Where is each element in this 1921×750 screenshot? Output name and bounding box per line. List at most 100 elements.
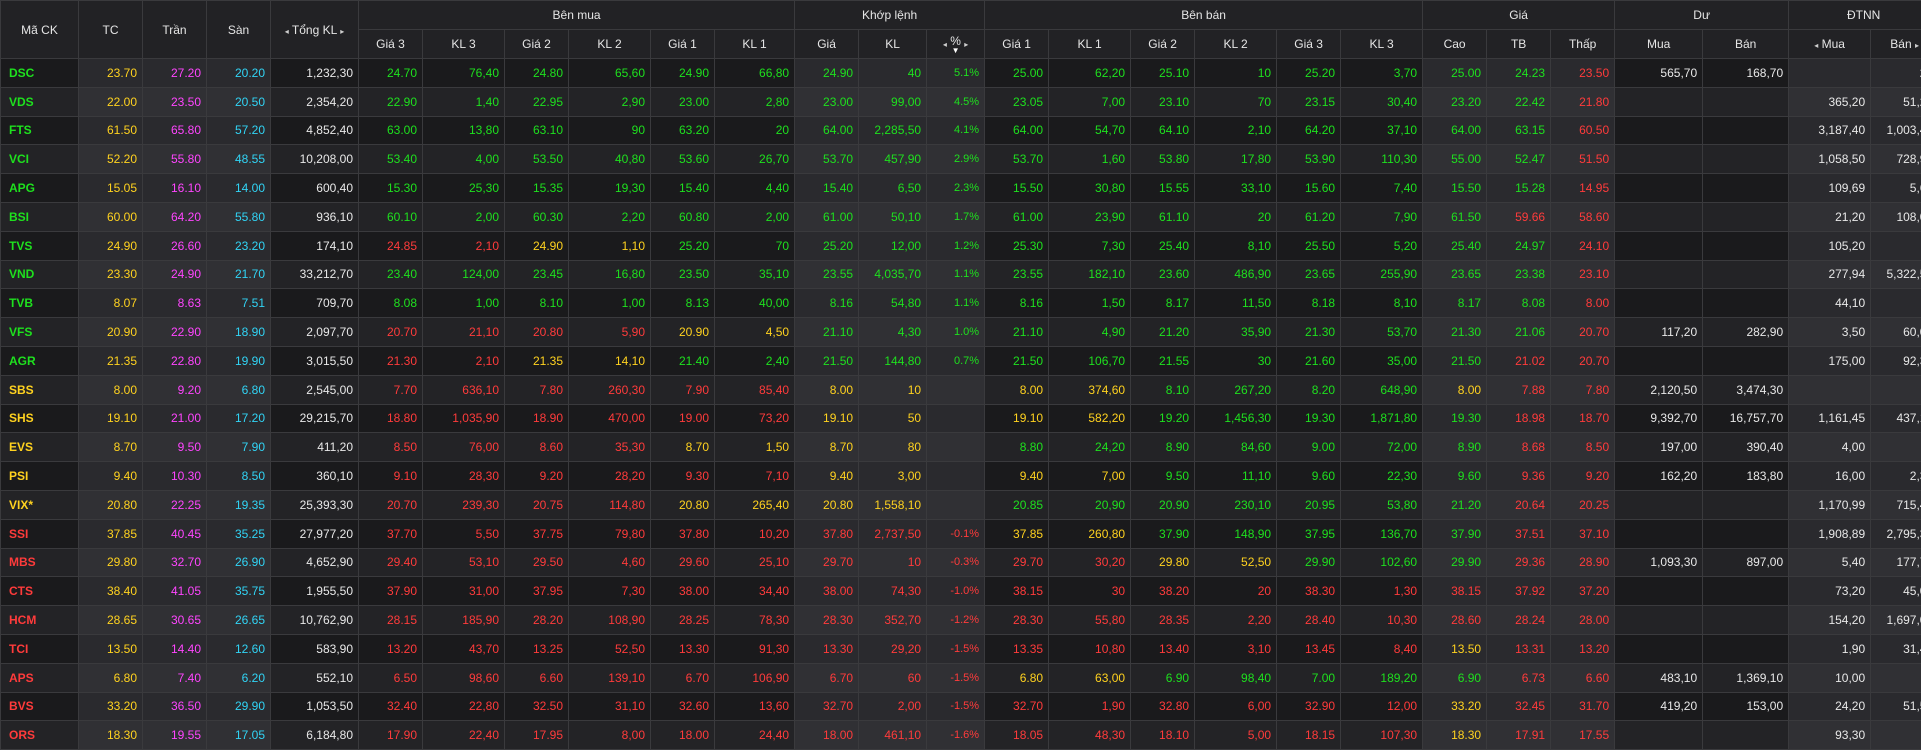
- table-row[interactable]: ORS18.3019.5517.056,184,8017.9022,4017.9…: [1, 721, 1921, 750]
- total-vol-cell: 4,652,90: [271, 548, 359, 577]
- symbol-cell[interactable]: HCM: [1, 606, 79, 635]
- table-row[interactable]: TCI13.5014.4012.60583,9013.2043,7013.255…: [1, 634, 1921, 663]
- col-sell-price-3[interactable]: Giá 3: [1277, 30, 1341, 59]
- table-row[interactable]: VND23.3024.9021.7033,212,7023.40124,0023…: [1, 260, 1921, 289]
- symbol-cell[interactable]: APG: [1, 174, 79, 203]
- col-floor[interactable]: Sàn: [207, 1, 271, 59]
- col-match-vol[interactable]: KL: [859, 30, 927, 59]
- col-total-vol[interactable]: ◂ Tổng KL ▸: [271, 1, 359, 59]
- symbol-cell[interactable]: CTS: [1, 577, 79, 606]
- match-vol-cell: 10: [859, 375, 927, 404]
- buy-price-3-cell: 9.10: [359, 462, 423, 491]
- symbol-cell[interactable]: PSI: [1, 462, 79, 491]
- col-ceil[interactable]: Trần: [143, 1, 207, 59]
- symbol-cell[interactable]: ORS: [1, 721, 79, 750]
- col-buy-price-2[interactable]: Giá 2: [505, 30, 569, 59]
- symbol-cell[interactable]: BSI: [1, 202, 79, 231]
- col-ref[interactable]: TC: [79, 1, 143, 59]
- floor-cell: 35.25: [207, 519, 271, 548]
- table-row[interactable]: VFS20.9022.9018.902,097,7020.7021,1020.8…: [1, 318, 1921, 347]
- sell-price-3-cell: 23.65: [1277, 260, 1341, 289]
- total-vol-cell: 2,545,00: [271, 375, 359, 404]
- sell-vol-2-cell: 20: [1195, 202, 1277, 231]
- arrow-right-icon[interactable]: ▸: [964, 40, 968, 49]
- symbol-cell[interactable]: SSI: [1, 519, 79, 548]
- symbol-cell[interactable]: AGR: [1, 346, 79, 375]
- high-cell: 13.50: [1423, 634, 1487, 663]
- symbol-cell[interactable]: SBS: [1, 375, 79, 404]
- col-buy-vol-3[interactable]: KL 3: [423, 30, 505, 59]
- buy-price-1-cell: 32.60: [651, 692, 715, 721]
- symbol-cell[interactable]: FTS: [1, 116, 79, 145]
- sort-desc-icon[interactable]: ▼: [950, 48, 961, 54]
- col-symbol[interactable]: Mã CK: [1, 1, 79, 59]
- floor-cell: 26.65: [207, 606, 271, 635]
- symbol-cell[interactable]: VFS: [1, 318, 79, 347]
- table-row[interactable]: TVB8.078.637.51709,708.081,008.101,008.1…: [1, 289, 1921, 318]
- col-buy-vol-2[interactable]: KL 2: [569, 30, 651, 59]
- table-row[interactable]: TVS24.9026.6023.20174,1024.852,1024.901,…: [1, 231, 1921, 260]
- symbol-cell[interactable]: EVS: [1, 433, 79, 462]
- symbol-cell[interactable]: BVS: [1, 692, 79, 721]
- table-row[interactable]: VIX*20.8022.2519.3525,393,3020.70239,302…: [1, 490, 1921, 519]
- col-high[interactable]: Cao: [1423, 30, 1487, 59]
- table-row[interactable]: HCM28.6530.6526.6510,762,9028.15185,9028…: [1, 606, 1921, 635]
- col-buy-vol-1[interactable]: KL 1: [715, 30, 795, 59]
- symbol-cell[interactable]: VND: [1, 260, 79, 289]
- symbol-cell[interactable]: APS: [1, 663, 79, 692]
- symbol-cell[interactable]: VCI: [1, 145, 79, 174]
- match-price-cell: 64.00: [795, 116, 859, 145]
- col-avg[interactable]: TB: [1487, 30, 1551, 59]
- table-row[interactable]: CTS38.4041.0535.751,955,5037.9031,0037.9…: [1, 577, 1921, 606]
- foreign-sell-cell: 1,697,06: [1871, 606, 1921, 635]
- buy-vol-2-cell: 8,00: [569, 721, 651, 750]
- col-remain-buy[interactable]: Mua: [1615, 30, 1703, 59]
- table-row[interactable]: SHS19.1021.0017.2029,215,7018.801,035,90…: [1, 404, 1921, 433]
- table-row[interactable]: BSI60.0064.2055.80936,1060.102,0060.302,…: [1, 202, 1921, 231]
- table-row[interactable]: BVS33.2036.5029.901,053,5032.4022,8032.5…: [1, 692, 1921, 721]
- arrow-right-icon[interactable]: ▸: [1915, 41, 1919, 50]
- col-foreign-sell[interactable]: Bán ▸: [1871, 30, 1921, 59]
- table-row[interactable]: SBS8.009.206.802,545,007.70636,107.80260…: [1, 375, 1921, 404]
- table-row[interactable]: APS6.807.406.20552,106.5098,606.60139,10…: [1, 663, 1921, 692]
- col-sell-vol-1[interactable]: KL 1: [1049, 30, 1131, 59]
- symbol-cell[interactable]: TCI: [1, 634, 79, 663]
- col-sell-price-1[interactable]: Giá 1: [985, 30, 1049, 59]
- table-row[interactable]: APG15.0516.1014.00600,4015.3025,3015.351…: [1, 174, 1921, 203]
- arrow-left-icon[interactable]: ◂: [943, 40, 947, 49]
- sell-price-1-cell: 15.50: [985, 174, 1049, 203]
- symbol-cell[interactable]: VDS: [1, 87, 79, 116]
- col-sell-price-2[interactable]: Giá 2: [1131, 30, 1195, 59]
- col-match-price[interactable]: Giá: [795, 30, 859, 59]
- col-foreign-buy[interactable]: ◂ Mua: [1789, 30, 1871, 59]
- symbol-cell[interactable]: DSC: [1, 59, 79, 88]
- foreign-buy-cell: 16,00: [1789, 462, 1871, 491]
- table-row[interactable]: EVS8.709.507.90411,208.5076,008.6035,308…: [1, 433, 1921, 462]
- buy-price-3-cell: 6.50: [359, 663, 423, 692]
- symbol-cell[interactable]: TVB: [1, 289, 79, 318]
- symbol-cell[interactable]: MBS: [1, 548, 79, 577]
- table-row[interactable]: SSI37.8540.4535.2527,977,2037.705,5037.7…: [1, 519, 1921, 548]
- col-sell-vol-3[interactable]: KL 3: [1341, 30, 1423, 59]
- table-row[interactable]: DSC23.7027.2020.201,232,3024.7076,4024.8…: [1, 59, 1921, 88]
- symbol-cell[interactable]: TVS: [1, 231, 79, 260]
- table-row[interactable]: VCI52.2055.8048.5510,208,0053.404,0053.5…: [1, 145, 1921, 174]
- arrow-right-icon[interactable]: ▸: [340, 27, 344, 36]
- low-cell: 37.20: [1551, 577, 1615, 606]
- table-row[interactable]: AGR21.3522.8019.903,015,5021.302,1021.35…: [1, 346, 1921, 375]
- arrow-left-icon[interactable]: ◂: [1814, 41, 1818, 50]
- col-sell-vol-2[interactable]: KL 2: [1195, 30, 1277, 59]
- symbol-cell[interactable]: VIX*: [1, 490, 79, 519]
- col-buy-price-3[interactable]: Giá 3: [359, 30, 423, 59]
- table-row[interactable]: VDS22.0023.5020.502,354,2022.901,4022.95…: [1, 87, 1921, 116]
- col-low[interactable]: Thấp: [1551, 30, 1615, 59]
- table-row[interactable]: PSI9.4010.308.50360,109.1028,309.2028,20…: [1, 462, 1921, 491]
- buy-vol-3-cell: 636,10: [423, 375, 505, 404]
- table-row[interactable]: MBS29.8032.7026.904,652,9029.4053,1029.5…: [1, 548, 1921, 577]
- table-row[interactable]: FTS61.5065.8057.204,852,4063.0013,8063.1…: [1, 116, 1921, 145]
- col-remain-sell[interactable]: Bán: [1703, 30, 1789, 59]
- col-buy-price-1[interactable]: Giá 1: [651, 30, 715, 59]
- col-match-pct[interactable]: ◂ % ▼ ▸: [927, 30, 985, 59]
- arrow-left-icon[interactable]: ◂: [285, 27, 289, 36]
- symbol-cell[interactable]: SHS: [1, 404, 79, 433]
